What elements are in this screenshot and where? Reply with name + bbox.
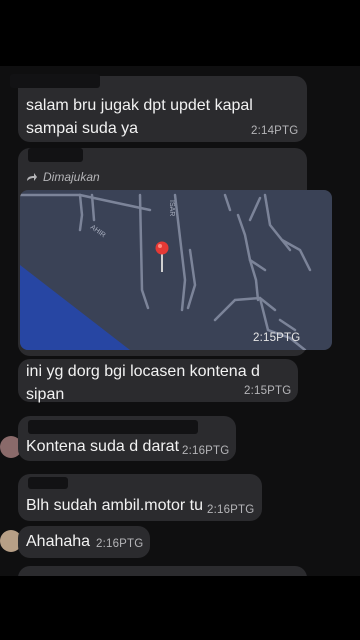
forwarded-label: Dimajukan — [43, 170, 100, 184]
message-time: 2:16PTG — [182, 445, 230, 457]
map-street-label-2: ISAR — [168, 200, 175, 216]
message-time: 2:16PTG — [207, 504, 255, 516]
location-map[interactable]: AHIR ISAR 2:15PTG — [20, 190, 332, 350]
map-graphic: AHIR ISAR — [20, 193, 312, 350]
message-time: 2:14PTG — [251, 125, 299, 137]
sender-name-redacted — [28, 477, 68, 489]
sender-name-redacted — [28, 420, 198, 434]
message-text: Ahahaha — [26, 533, 91, 550]
message-time: 2:15PTG — [244, 385, 292, 397]
message-text: ini yg dorg bgi locasen kontena d sipan — [26, 363, 260, 403]
map-time: 2:15PTG — [253, 332, 301, 344]
forwarded-indicator: Dimajukan — [26, 170, 100, 184]
message-text: Blh sudah ambil.motor tu — [26, 497, 203, 514]
sender-name-redacted — [28, 148, 83, 162]
map-street-label-1: AHIR — [89, 224, 107, 239]
forward-arrow-icon — [27, 173, 37, 181]
map-pin-icon — [155, 241, 169, 272]
message-text: Kontena suda d darat — [26, 438, 180, 455]
message-bubble-partial[interactable] — [18, 566, 307, 576]
sender-name-redacted — [10, 74, 100, 88]
message-time: 2:16PTG — [96, 538, 144, 550]
chat-area[interactable]: salam bru jugak dpt updet kapal sampai s… — [0, 66, 360, 576]
